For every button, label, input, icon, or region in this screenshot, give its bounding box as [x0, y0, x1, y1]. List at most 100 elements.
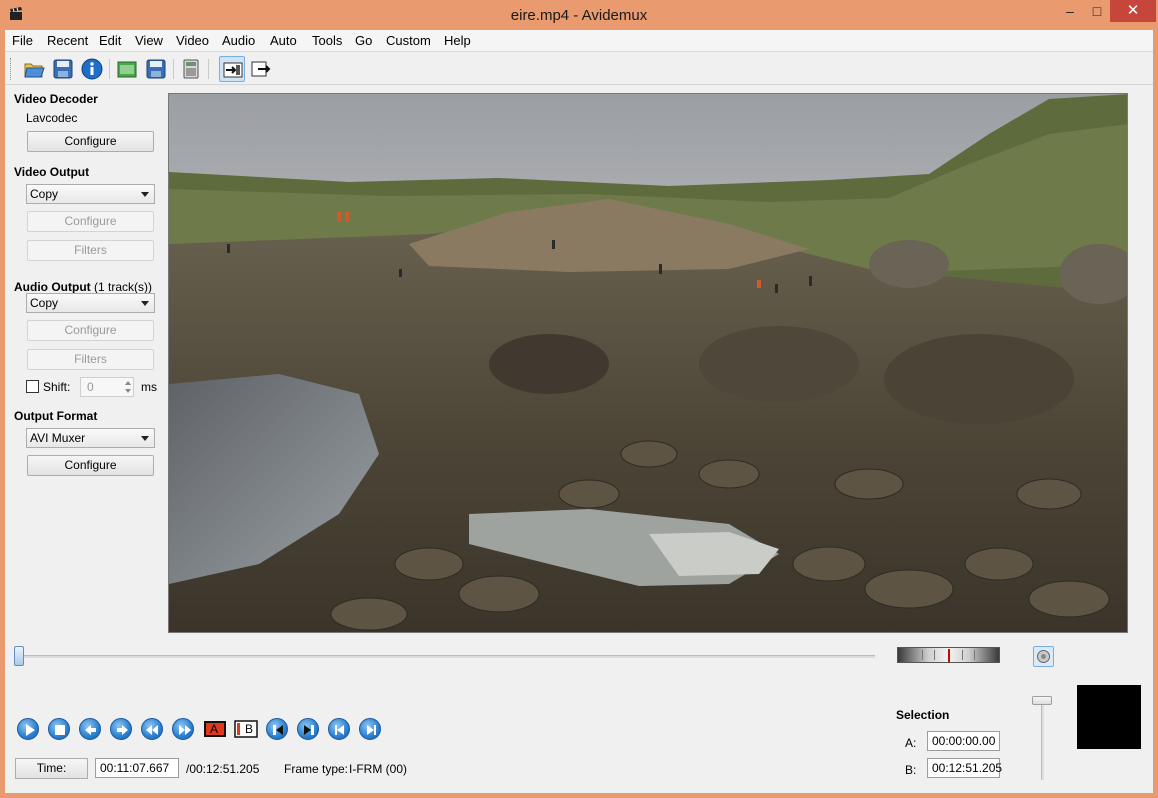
next-frame-button[interactable]: [110, 718, 132, 740]
shift-label: Shift:: [43, 380, 71, 394]
menu-help[interactable]: Help: [444, 33, 471, 48]
jog-tick: [962, 650, 963, 660]
goto-end-icon: [367, 725, 376, 735]
save-as-button[interactable]: [143, 56, 169, 82]
spin-down-icon[interactable]: [125, 389, 131, 393]
seek-slider-handle[interactable]: [14, 646, 24, 666]
menu-tools[interactable]: Tools: [312, 33, 342, 48]
shift-unit: ms: [141, 380, 157, 394]
menu-custom[interactable]: Custom: [386, 33, 431, 48]
menu-file[interactable]: File: [12, 33, 33, 48]
selection-b-field[interactable]: 00:12:51.205: [927, 758, 1002, 778]
video-codec-value: Copy: [30, 187, 59, 201]
maximize-button[interactable]: □: [1084, 0, 1110, 22]
info-button[interactable]: [79, 56, 105, 82]
next-black-icon: [304, 725, 314, 735]
previous-black-frame-button[interactable]: [266, 718, 288, 740]
goto-start-button[interactable]: [328, 718, 350, 740]
time-button[interactable]: Time:: [15, 758, 88, 779]
toolbar-separator: [173, 59, 174, 79]
save-icon: [53, 59, 73, 79]
toolbar-grip[interactable]: [10, 58, 13, 80]
jog-tick: [974, 650, 975, 660]
shift-value: 0: [87, 380, 94, 394]
output-format-title: Output Format: [14, 409, 98, 423]
video-output-title: Video Output: [14, 165, 90, 179]
save-button[interactable]: [50, 56, 76, 82]
calculator-icon: [183, 59, 199, 79]
minimize-button[interactable]: ‒: [1056, 0, 1084, 22]
input-mode-button[interactable]: [219, 56, 245, 82]
calculator-button[interactable]: [178, 56, 204, 82]
speaker-icon: [1037, 650, 1050, 663]
menu-go[interactable]: Go: [355, 33, 372, 48]
goto-start-icon: [335, 725, 344, 735]
toolbar-separator: [208, 59, 209, 79]
container-value: AVI Muxer: [30, 431, 86, 445]
video-filters-button[interactable]: Filters: [27, 240, 154, 261]
append-button[interactable]: [114, 56, 140, 82]
shift-spinbox[interactable]: 0: [80, 377, 134, 397]
marker-b-label: B: [245, 722, 254, 736]
video-configure-button[interactable]: Configure: [27, 211, 154, 232]
jog-shuttle[interactable]: [897, 647, 1000, 663]
set-marker-b-button[interactable]: B: [234, 719, 258, 739]
audio-track-count: (1 track(s)): [93, 280, 152, 294]
video-codec-select[interactable]: Copy: [26, 184, 155, 204]
prev-black-icon: [273, 725, 283, 735]
format-configure-button[interactable]: Configure: [27, 455, 154, 476]
shift-checkbox[interactable]: [26, 380, 39, 393]
audio-codec-select[interactable]: Copy: [26, 293, 155, 313]
video-frame-image: [169, 94, 1127, 632]
menu-edit[interactable]: Edit: [99, 33, 121, 48]
next-keyframe-icon: [179, 725, 191, 735]
current-time-field[interactable]: 00:11:07.667: [95, 758, 179, 778]
jog-tick: [986, 650, 987, 660]
set-marker-a-button[interactable]: A: [203, 719, 227, 739]
menu-view[interactable]: View: [135, 33, 163, 48]
audio-filters-button[interactable]: Filters: [27, 349, 154, 370]
open-icon: [24, 63, 45, 78]
seek-track[interactable]: [17, 655, 875, 658]
marker-a-label: A: [210, 722, 219, 736]
volume-slider-track[interactable]: [1041, 698, 1044, 780]
menu-auto[interactable]: Auto: [270, 33, 297, 48]
toolbar: [5, 53, 1153, 85]
audio-output-title: Audio Output (1 track(s)): [14, 280, 152, 294]
previous-frame-button[interactable]: [79, 718, 101, 740]
menu-audio[interactable]: Audio: [222, 33, 255, 48]
output-mode-button[interactable]: [248, 56, 274, 82]
audio-output-label: Audio Output: [14, 280, 91, 294]
preview-thumbnail: [1077, 685, 1141, 749]
audio-configure-button[interactable]: Configure: [27, 320, 154, 341]
title-bar[interactable]: eire.mp4 - Avidemux ‒ □ ✕: [0, 0, 1158, 30]
jog-tick: [922, 650, 923, 660]
next-keyframe-button[interactable]: [172, 718, 194, 740]
jog-center-marker: [948, 649, 950, 662]
selection-b-label: B:: [905, 763, 917, 777]
info-icon: [81, 58, 103, 80]
spin-up-icon[interactable]: [125, 381, 131, 385]
next-black-frame-button[interactable]: [297, 718, 319, 740]
jog-tick: [910, 650, 911, 660]
decoder-configure-button[interactable]: Configure: [27, 131, 154, 152]
chevron-down-icon: [141, 436, 149, 441]
prev-frame-icon: [85, 725, 96, 735]
selection-a-field[interactable]: 00:00:00.00: [927, 731, 1000, 751]
menu-video[interactable]: Video: [176, 33, 209, 48]
previous-keyframe-button[interactable]: [141, 718, 163, 740]
selection-a-label: A:: [905, 736, 917, 750]
open-button[interactable]: [21, 56, 47, 82]
volume-slider-handle[interactable]: [1032, 696, 1052, 705]
play-button[interactable]: [17, 718, 39, 740]
stop-icon: [55, 725, 65, 735]
frame-type-value: I-FRM (00): [349, 762, 407, 776]
close-button[interactable]: ✕: [1110, 0, 1156, 22]
stop-button[interactable]: [48, 718, 70, 740]
volume-button[interactable]: [1033, 646, 1054, 667]
play-icon: [26, 724, 35, 736]
container-select[interactable]: AVI Muxer: [26, 428, 155, 448]
jog-tick: [934, 650, 935, 660]
goto-end-button[interactable]: [359, 718, 381, 740]
menu-recent[interactable]: Recent: [47, 33, 88, 48]
